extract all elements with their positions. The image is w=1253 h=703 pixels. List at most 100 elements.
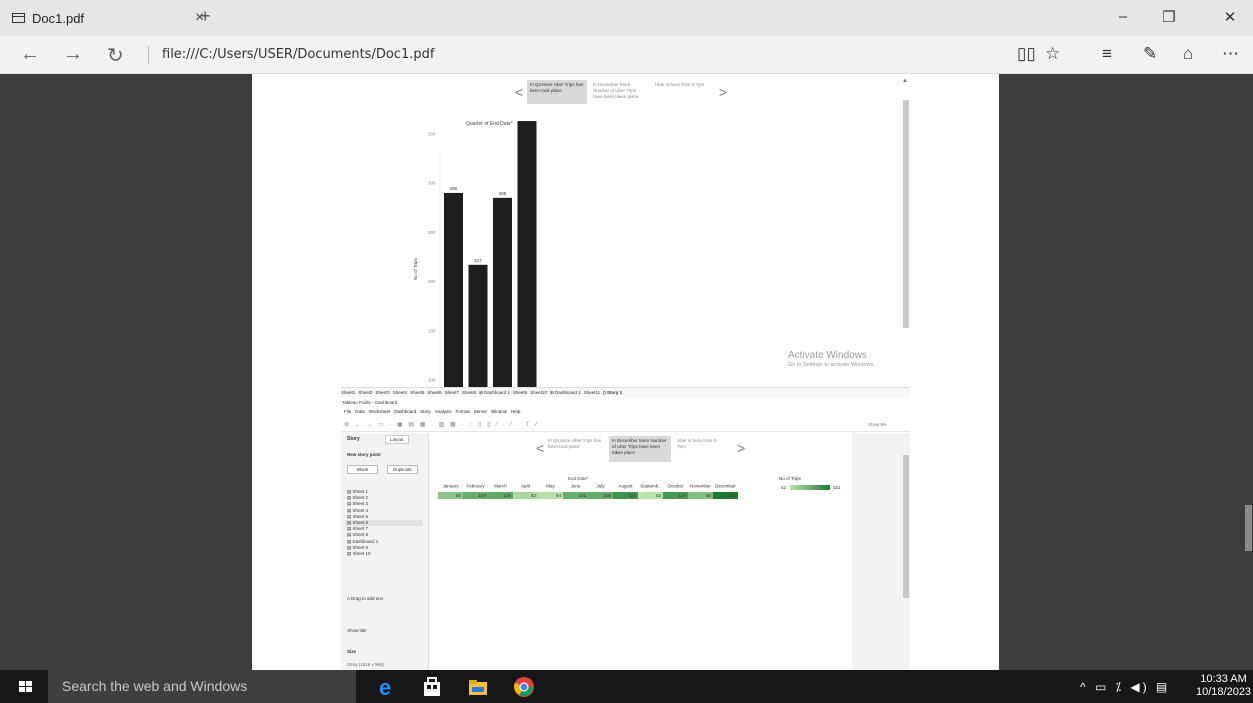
story-point-2[interactable]: In December More Number of Uber Trips ha…: [590, 80, 648, 104]
minimize-button[interactable]: –: [1100, 8, 1146, 25]
bar-chart: 100150200250300350 290217285363: [428, 121, 537, 388]
heatmap-value: 80: [456, 493, 462, 498]
file-explorer-icon[interactable]: [467, 676, 489, 698]
tab-page-icon: [12, 13, 25, 23]
share-icon[interactable]: ⌂: [1183, 44, 1193, 64]
new-story-point-label: New story point: [347, 452, 381, 457]
sheet-tab[interactable]: Sheet1: [341, 390, 355, 395]
more-icon[interactable]: ⋯: [1222, 44, 1239, 64]
layout-pane-tab[interactable]: Layout: [385, 435, 409, 444]
heatmap-value: 52: [656, 493, 662, 498]
show-me-button[interactable]: Show Me: [868, 422, 887, 427]
sheet-tab[interactable]: Sheet9: [513, 390, 527, 395]
tab-doc1[interactable]: Doc1.pdf ×: [0, 0, 232, 36]
menu-item-server[interactable]: Server: [474, 409, 487, 414]
inner-scroll-up-icon[interactable]: ▲: [902, 78, 908, 84]
sheet-tab[interactable]: Sheet7: [445, 390, 459, 395]
heatmap-value: 106: [503, 493, 511, 498]
month-label: April: [521, 484, 530, 489]
activate-windows-watermark: Activate Windows Go to Settings to activ…: [788, 350, 875, 368]
story-point-1[interactable]: In Q4,More Uber Trips has been took plac…: [527, 80, 587, 104]
menu-item-data[interactable]: Data: [355, 409, 365, 414]
menu-item-dashboard[interactable]: Dashboard: [394, 409, 416, 414]
edge-icon[interactable]: e: [377, 676, 399, 698]
show-title-checkbox[interactable]: Show title: [347, 628, 367, 633]
bar-Q3[interactable]: [493, 197, 512, 388]
bar-Q1[interactable]: [444, 192, 463, 388]
forward-button[interactable]: →: [63, 43, 83, 66]
taskbar-search-input[interactable]: Search the web and Windows: [48, 670, 356, 703]
pdf-scrollbar[interactable]: [1244, 74, 1253, 670]
heatmap-legend-min: 52: [781, 485, 787, 490]
tableau-toolbar[interactable]: ⊛ ← → ▭ · ▣ ▤ ▦ · ▥ ▦ · ◌ ▯ ▯ ⁄ · ⁄ · ⊤ …: [341, 418, 910, 432]
story-scrollbar-thumb[interactable]: [903, 455, 909, 598]
story-pane-tab[interactable]: Story: [347, 436, 360, 442]
reading-view-icon[interactable]: ▯▯: [1017, 44, 1036, 64]
sheet-tab[interactable]: ⊞ Dashboard 1: [479, 390, 510, 396]
story2-point-1[interactable]: In Q4,More Uber Trips has been took plac…: [545, 436, 605, 458]
inner-scrollbar-thumb[interactable]: [903, 100, 909, 328]
story2-next-arrow-icon[interactable]: >: [737, 440, 745, 456]
drag-text-label[interactable]: A Drag to add text: [347, 596, 383, 601]
store-icon[interactable]: [421, 676, 443, 698]
address-separator: [148, 46, 149, 64]
web-note-icon[interactable]: ✎: [1143, 44, 1157, 64]
address-input[interactable]: file:///C:/Users/USER/Documents/Doc1.pdf: [162, 47, 434, 62]
heatmap-value: 151: [728, 493, 736, 498]
menu-item-format[interactable]: Format: [456, 409, 470, 414]
sheet-tab[interactable]: Sheet2: [358, 390, 372, 395]
story2-point-3[interactable]: Uber is busy from 3-7pm: [674, 436, 729, 458]
maximize-button[interactable]: ❐: [1146, 8, 1192, 26]
notification-area[interactable]: [1240, 672, 1253, 701]
sheet-tab[interactable]: ▯ Story 1: [603, 390, 622, 396]
sheet-tab[interactable]: Sheet5: [410, 390, 424, 395]
tab-title: Doc1.pdf: [32, 10, 85, 26]
blank-button[interactable]: Blank: [347, 465, 379, 474]
bar-Q4[interactable]: [517, 121, 537, 388]
month-label: March: [494, 484, 507, 489]
back-button[interactable]: ←: [20, 43, 40, 66]
menu-item-file[interactable]: File: [344, 409, 351, 414]
menu-item-help[interactable]: Help: [511, 409, 520, 414]
size-dropdown[interactable]: Story (1016 x 964): [347, 662, 384, 667]
sheet-tab[interactable]: Sheet6: [427, 390, 441, 395]
menu-item-analysis[interactable]: Analysis: [435, 409, 452, 414]
tableau-menu-bar: File Data Worksheet Dashboard Story Analysis F…: [344, 409, 520, 414]
favorite-icon[interactable]: ☆: [1045, 44, 1060, 64]
duplicate-button[interactable]: Duplicate: [387, 465, 418, 474]
story2-point-2[interactable]: In December More Number of Uber Trips ha…: [609, 436, 671, 462]
right-side-area: [852, 433, 910, 670]
sheet-tab[interactable]: Sheet4: [393, 390, 407, 395]
windows-start-icon[interactable]: [19, 681, 33, 693]
pdf-scrollbar-thumb[interactable]: [1245, 505, 1252, 551]
sheet-tab[interactable]: Sheet10: [530, 390, 547, 395]
chrome-icon[interactable]: [513, 676, 535, 698]
y-tick-label: 100: [428, 378, 436, 383]
sheet-tab[interactable]: Sheet11: [584, 390, 600, 395]
bar-Q2[interactable]: [468, 264, 488, 388]
sheet-tab[interactable]: Sheet8: [462, 390, 476, 395]
story-prev-arrow-icon[interactable]: <: [515, 84, 523, 100]
close-window-button[interactable]: ✕: [1207, 8, 1253, 26]
system-tray[interactable]: ^ ▭ ⁒ ◀) ▤: [1080, 680, 1170, 694]
story-next-arrow-icon[interactable]: >: [719, 84, 727, 100]
month-label: August: [618, 484, 633, 489]
bar-value-label: 285: [499, 191, 507, 196]
story-point-3[interactable]: Uber is busy from 3-7pm: [652, 80, 710, 104]
month-label: November: [690, 484, 711, 489]
refresh-button[interactable]: ↻: [107, 43, 124, 68]
sheet-tab[interactable]: ⊞ Dashboard 2: [550, 390, 581, 396]
heatmap-value: 54: [556, 493, 562, 498]
new-tab-button[interactable]: +: [200, 6, 211, 27]
hub-icon[interactable]: ≡: [1102, 44, 1112, 64]
menu-item-window[interactable]: Window: [491, 409, 507, 414]
month-label: January: [442, 484, 459, 489]
sheet-list-item[interactable]: ▤ Sheet 10: [345, 551, 423, 557]
month-label: June: [571, 484, 581, 489]
menu-item-worksheet[interactable]: Worksheet: [369, 409, 390, 414]
menu-item-story[interactable]: Story: [420, 409, 431, 414]
y-tick-label: 300: [428, 181, 436, 186]
heatmap-value: 104: [478, 493, 486, 498]
sheet-tab[interactable]: Sheet3: [376, 390, 390, 395]
story2-prev-arrow-icon[interactable]: <: [536, 440, 544, 456]
